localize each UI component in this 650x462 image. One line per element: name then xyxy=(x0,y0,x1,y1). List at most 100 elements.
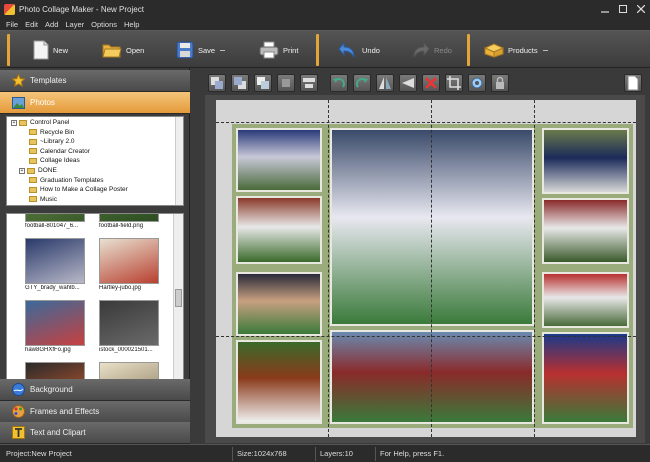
thumbnail-caption: football-801047_6... xyxy=(25,223,79,229)
main-toolbar: New Open Save Print Undo Redo Products xyxy=(0,30,650,68)
templates-section-header[interactable]: Templates xyxy=(0,70,190,92)
photo-red-team[interactable] xyxy=(542,272,629,328)
guide-line xyxy=(534,100,535,437)
photo-qb-throw[interactable] xyxy=(236,128,322,192)
photo-thumbnail[interactable]: Hartley-jubo.jpg xyxy=(99,238,159,291)
photo-thumbnail[interactable]: football-field.png xyxy=(99,214,159,229)
rotate-left-button[interactable] xyxy=(330,74,348,92)
open-button[interactable]: Open xyxy=(102,33,144,67)
crop-button[interactable] xyxy=(445,74,463,92)
title-bar: Photo Collage Maker - New Project xyxy=(0,0,650,18)
crop-icon xyxy=(447,76,461,90)
photo-kiss-field[interactable] xyxy=(236,272,322,336)
tree-item[interactable]: ~Library 2.0 xyxy=(29,137,75,146)
templates-label: Templates xyxy=(30,76,67,85)
photo-thumbnail[interactable]: istock_000021501... xyxy=(99,300,159,353)
photo-red-tackle[interactable] xyxy=(542,198,629,264)
rotate-right-icon xyxy=(356,78,368,88)
tree-item[interactable]: + DONE xyxy=(19,166,57,175)
photo-blue-red-play[interactable] xyxy=(542,332,629,424)
menu-layer[interactable]: Layer xyxy=(65,20,84,29)
photo-thumbnail[interactable]: football-801047_6... xyxy=(25,214,85,229)
background-section-header[interactable]: Background xyxy=(0,379,190,401)
tree-item[interactable]: Calendar Creator xyxy=(29,147,90,156)
tree-item[interactable]: Graduation Templates xyxy=(29,176,103,185)
folder-tree[interactable]: + Control Panel Recycle Bin ~Library 2.0 Cal… xyxy=(6,116,184,206)
thumbnail-image xyxy=(25,238,85,284)
tree-expander[interactable]: + xyxy=(11,119,17,126)
bring-forward-button[interactable] xyxy=(208,74,226,92)
guide-line xyxy=(216,122,636,123)
close-button[interactable] xyxy=(632,0,650,18)
send-to-back-button[interactable] xyxy=(277,74,295,92)
settings-button[interactable] xyxy=(468,74,486,92)
new-document-icon xyxy=(33,40,49,60)
delete-icon xyxy=(425,77,437,89)
menu-add[interactable]: Add xyxy=(45,20,58,29)
flip-vertical-button[interactable] xyxy=(399,74,417,92)
undo-button[interactable]: Undo xyxy=(338,33,380,67)
photos-section-header[interactable]: Photos xyxy=(0,92,190,114)
flip-horizontal-button[interactable] xyxy=(376,74,394,92)
tree-item-label: ~Library 2.0 xyxy=(40,138,75,146)
thumbnail-caption: football-field.png xyxy=(99,223,144,229)
menu-help[interactable]: Help xyxy=(124,20,139,29)
undo-label: Undo xyxy=(362,45,380,55)
send-backward-button[interactable] xyxy=(231,74,249,92)
page-button[interactable] xyxy=(624,74,642,92)
new-button[interactable]: New xyxy=(33,33,68,67)
photo-helmet-grass[interactable] xyxy=(542,128,629,194)
tree-item[interactable]: Collage Ideas xyxy=(29,156,80,165)
tree-item[interactable]: Music xyxy=(29,195,57,204)
tree-item[interactable]: Recycle Bin xyxy=(29,128,74,137)
collage-background[interactable] xyxy=(232,124,633,428)
printer-icon xyxy=(259,41,279,59)
products-button[interactable]: Products xyxy=(484,33,548,67)
frames-section-header[interactable]: Frames and Effects xyxy=(0,401,190,423)
photo-jump-stadium[interactable] xyxy=(330,128,534,326)
align-button[interactable] xyxy=(300,74,318,92)
save-dropdown-caret[interactable] xyxy=(220,49,226,51)
text-section-header[interactable]: Text and Clipart xyxy=(0,422,190,444)
menu-file[interactable]: File xyxy=(6,20,18,29)
thumbnail-caption: istock_000021501... xyxy=(99,347,153,353)
photo-football-ball[interactable] xyxy=(236,340,322,424)
products-icon xyxy=(484,43,504,58)
tree-item[interactable]: How to Make a Collage Poster xyxy=(29,185,128,194)
new-label: New xyxy=(53,45,69,55)
bring-to-front-button[interactable] xyxy=(254,74,272,92)
tree-item-label: Calendar Creator xyxy=(40,147,90,155)
bring-forward-icon xyxy=(211,77,223,89)
tree-item[interactable]: + Control Panel xyxy=(11,118,69,127)
photo-icon xyxy=(11,96,25,110)
app-icon xyxy=(4,3,15,15)
menu-bar: File Edit Add Layer Options Help xyxy=(0,18,650,30)
undo-arrow-icon xyxy=(338,41,355,58)
window-title: Photo Collage Maker - New Project xyxy=(19,4,144,14)
lock-button[interactable] xyxy=(491,74,509,92)
photo-thumbnail[interactable]: haw8GHXfFo.jpg xyxy=(25,300,85,353)
minimize-button[interactable] xyxy=(596,0,614,18)
photo-line-scrimmage[interactable] xyxy=(330,330,534,424)
menu-edit[interactable]: Edit xyxy=(25,20,38,29)
collage-page[interactable] xyxy=(216,100,636,437)
redo-button[interactable]: Redo xyxy=(410,33,452,67)
menu-options[interactable]: Options xyxy=(91,20,117,29)
print-button[interactable]: Print xyxy=(259,33,298,67)
tree-expander[interactable]: + xyxy=(19,167,25,174)
tree-item-label: Graduation Templates xyxy=(40,176,104,184)
background-label: Background xyxy=(30,385,73,394)
rotate-right-button[interactable] xyxy=(353,74,371,92)
thumbnail-image xyxy=(99,238,159,284)
photo-receiver-catch[interactable] xyxy=(236,196,322,264)
save-button[interactable]: Save xyxy=(176,33,226,67)
delete-button[interactable] xyxy=(422,74,440,92)
close-icon xyxy=(637,5,645,13)
background-icon xyxy=(11,383,25,397)
photo-thumbnail[interactable]: GTY_brady_wahlb... xyxy=(25,238,85,291)
products-dropdown-caret[interactable] xyxy=(542,49,548,51)
tree-scrollbar[interactable] xyxy=(175,117,183,205)
maximize-button[interactable] xyxy=(614,0,632,18)
scrollbar-thumb[interactable] xyxy=(175,289,182,307)
guide-line xyxy=(431,100,432,437)
